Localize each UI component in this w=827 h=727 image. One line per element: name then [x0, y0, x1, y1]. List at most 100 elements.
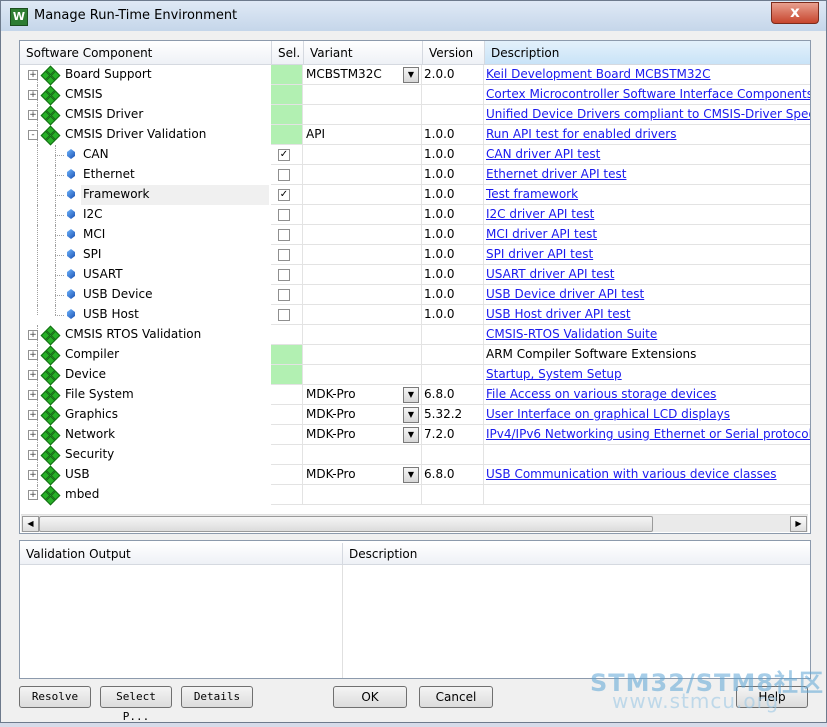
sel-cell[interactable] [271, 165, 303, 185]
expand-icon[interactable]: + [28, 90, 38, 100]
description-link[interactable]: CAN driver API test [486, 147, 600, 161]
sel-cell[interactable] [271, 205, 303, 225]
unchecked-checkbox[interactable] [278, 269, 290, 281]
expand-icon[interactable]: + [28, 410, 38, 420]
description-link[interactable]: IPv4/IPv6 Networking using Ethernet or S… [486, 427, 810, 441]
table-row[interactable]: + Network MDK-Pro ▼ 7.2.0 IPv4/IPv6 Networkin… [20, 425, 810, 446]
header-version[interactable]: Version [422, 41, 484, 65]
description-link[interactable]: Startup, System Setup [486, 367, 622, 381]
table-row[interactable]: + CMSIS RTOS Validation CMSIS-RTOS Validat… [20, 325, 810, 346]
table-row[interactable]: + Board Support MCBSTM32C ▼ 2.0.0 Keil Develo… [20, 65, 810, 86]
scroll-left-icon[interactable]: ◀ [22, 516, 39, 532]
variant-cell[interactable]: MDK-Pro ▼ [303, 465, 422, 485]
description-link[interactable]: SPI driver API test [486, 247, 593, 261]
table-row[interactable]: CAN ✓ 1.0.0 CAN driver API test [20, 145, 810, 165]
header-description[interactable]: Description [484, 41, 810, 65]
table-row[interactable]: + Device Startup, System Setup [20, 365, 810, 386]
description-link[interactable]: Ethernet driver API test [486, 167, 626, 181]
dropdown-arrow-icon[interactable]: ▼ [403, 407, 419, 423]
sel-cell[interactable] [271, 385, 303, 405]
description-link[interactable]: File Access on various storage devices [486, 387, 716, 401]
expand-icon[interactable]: + [28, 110, 38, 120]
sel-cell[interactable] [271, 325, 303, 345]
title-bar[interactable]: W Manage Run-Time Environment x [1, 1, 826, 31]
checked-checkbox[interactable]: ✓ [278, 189, 290, 201]
header-variant[interactable]: Variant [303, 41, 422, 65]
description-link[interactable]: Test framework [486, 187, 578, 201]
description-link[interactable]: Keil Development Board MCBSTM32C [486, 67, 711, 81]
table-row[interactable]: I2C 1.0.0 I2C driver API test [20, 205, 810, 225]
header-sel[interactable]: Sel. [271, 41, 303, 65]
sel-cell[interactable]: ✓ [271, 185, 303, 205]
checked-checkbox[interactable]: ✓ [278, 149, 290, 161]
description-link[interactable]: Run API test for enabled drivers [486, 127, 676, 141]
description-link[interactable]: Unified Device Drivers compliant to CMSI… [486, 107, 810, 121]
sel-cell[interactable] [271, 445, 303, 465]
unchecked-checkbox[interactable] [278, 209, 290, 221]
variant-cell[interactable]: MDK-Pro ▼ [303, 425, 422, 445]
description-link[interactable]: USB Device driver API test [486, 287, 644, 301]
table-row[interactable]: + File System MDK-Pro ▼ 6.8.0 File Access on … [20, 385, 810, 406]
table-row[interactable]: + CMSIS Cortex Microcontroller Software In… [20, 85, 810, 106]
expand-icon[interactable]: + [28, 450, 38, 460]
expand-icon[interactable]: + [28, 390, 38, 400]
sel-cell[interactable] [271, 85, 303, 105]
table-row[interactable]: + CMSIS Driver Unified Device Drivers comp… [20, 105, 810, 126]
sel-cell[interactable] [271, 365, 303, 385]
sel-cell[interactable] [271, 245, 303, 265]
sel-cell[interactable] [271, 125, 303, 145]
select-packs-button[interactable]: Select P... [100, 686, 172, 723]
variant-cell[interactable]: MDK-Pro ▼ [303, 405, 422, 425]
table-row[interactable]: SPI 1.0.0 SPI driver API test [20, 245, 810, 265]
sel-cell[interactable] [271, 425, 303, 445]
sel-cell[interactable] [271, 225, 303, 245]
unchecked-checkbox[interactable] [278, 309, 290, 321]
sel-cell[interactable] [271, 485, 303, 505]
unchecked-checkbox[interactable] [278, 289, 290, 301]
table-row[interactable]: USB Device 1.0.0 USB Device driver API tes… [20, 285, 810, 305]
sel-cell[interactable] [271, 265, 303, 285]
expand-icon[interactable]: + [28, 350, 38, 360]
details-button[interactable]: Details [181, 686, 253, 708]
sel-cell[interactable] [271, 345, 303, 365]
table-row[interactable]: + Graphics MDK-Pro ▼ 5.32.2 User Interface on… [20, 405, 810, 426]
table-row[interactable]: + Compiler ARM Compiler Software Extension… [20, 345, 810, 366]
dropdown-arrow-icon[interactable]: ▼ [403, 427, 419, 443]
dropdown-arrow-icon[interactable]: ▼ [403, 67, 419, 83]
variant-cell[interactable]: MDK-Pro ▼ [303, 385, 422, 405]
description-link[interactable]: MCI driver API test [486, 227, 597, 241]
description-link[interactable]: USART driver API test [486, 267, 614, 281]
cancel-button[interactable]: Cancel [419, 686, 493, 708]
dropdown-arrow-icon[interactable]: ▼ [403, 387, 419, 403]
description-link[interactable]: User Interface on graphical LCD displays [486, 407, 730, 421]
unchecked-checkbox[interactable] [278, 229, 290, 241]
resolve-button[interactable]: Resolve [19, 686, 91, 708]
scroll-thumb[interactable] [39, 516, 653, 532]
sel-cell[interactable] [271, 305, 303, 325]
sel-cell[interactable]: ✓ [271, 145, 303, 165]
description-link[interactable]: CMSIS-RTOS Validation Suite [486, 327, 657, 341]
table-row[interactable]: Framework ✓ 1.0.0 Test framework [20, 185, 810, 205]
table-row[interactable]: MCI 1.0.0 MCI driver API test [20, 225, 810, 245]
header-software-component[interactable]: Software Component [20, 41, 271, 65]
expand-icon[interactable]: + [28, 430, 38, 440]
sel-cell[interactable] [271, 105, 303, 125]
expand-icon[interactable]: + [28, 490, 38, 500]
expand-icon[interactable]: + [28, 470, 38, 480]
description-link[interactable]: USB Host driver API test [486, 307, 631, 321]
dropdown-arrow-icon[interactable]: ▼ [403, 467, 419, 483]
collapse-icon[interactable]: - [28, 130, 38, 140]
unchecked-checkbox[interactable] [278, 169, 290, 181]
sel-cell[interactable] [271, 285, 303, 305]
table-row[interactable]: + mbed [20, 485, 810, 506]
close-button[interactable]: x [771, 2, 819, 24]
expand-icon[interactable]: + [28, 370, 38, 380]
expand-icon[interactable]: + [28, 70, 38, 80]
table-row[interactable]: + Security [20, 445, 810, 466]
table-row[interactable]: - CMSIS Driver Validation API 1.0.0 Run API … [20, 125, 810, 146]
description-link[interactable]: USB Communication with various device cl… [486, 467, 777, 481]
sel-cell[interactable] [271, 405, 303, 425]
table-row[interactable]: Ethernet 1.0.0 Ethernet driver API test [20, 165, 810, 185]
ok-button[interactable]: OK [333, 686, 407, 708]
sel-cell[interactable] [271, 65, 303, 85]
